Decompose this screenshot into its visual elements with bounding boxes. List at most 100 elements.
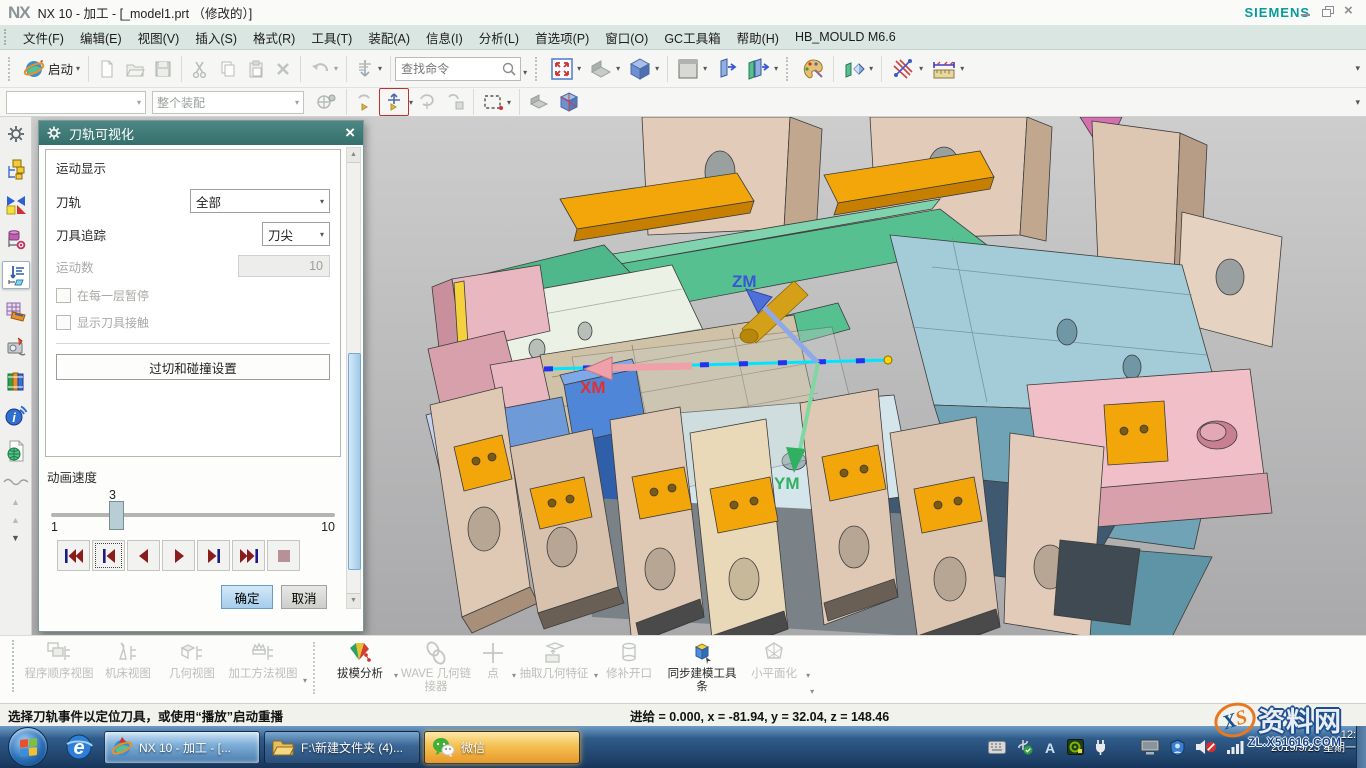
rotate-component-button[interactable]	[413, 89, 441, 115]
bottom-toolbar-overflow-icon[interactable]: ▾	[810, 687, 814, 696]
command-finder-input[interactable]	[399, 61, 501, 77]
web-browser-icon[interactable]: i	[3, 403, 29, 429]
open-button[interactable]	[121, 56, 149, 82]
menu-drag-handle[interactable]	[4, 29, 11, 45]
window-display-button[interactable]: ▾	[672, 54, 711, 84]
wave-geometry-linker-button[interactable]: WAVE 几何链接器	[398, 640, 474, 694]
palette-button[interactable]	[797, 55, 829, 83]
menu-file[interactable]: 文件(F)	[15, 25, 72, 50]
assembly-constraints-button[interactable]	[312, 88, 342, 116]
assembly-sequence-button[interactable]	[441, 89, 469, 115]
finder-caret-icon[interactable]: ▾	[523, 68, 527, 77]
menu-tools[interactable]: 工具(T)	[303, 25, 360, 50]
view-cube-button[interactable]: ▾	[624, 54, 663, 84]
start-button[interactable]: 启动 ▾	[19, 55, 84, 83]
taskbar-clock[interactable]: 12: 2019/9/23 星期一	[1271, 729, 1356, 755]
orient-view-button[interactable]: ▾	[351, 55, 386, 83]
roles-gear-icon[interactable]	[3, 121, 29, 147]
menu-gc-toolbox[interactable]: GC工具箱	[656, 25, 728, 50]
show-hide-panel-button[interactable]: ▾	[741, 54, 782, 84]
internet-explorer-button[interactable]: e	[62, 730, 96, 764]
tray-power-plug-icon[interactable]	[1093, 739, 1108, 755]
menu-edit[interactable]: 编辑(E)	[72, 25, 130, 50]
tray-display-icon[interactable]	[1140, 739, 1160, 756]
graphics-viewport[interactable]: ZM XM YM 刀轨可视化 × 运动显示	[32, 117, 1366, 635]
geometry-view-button[interactable]: 几何视图	[161, 640, 223, 681]
snap-point-button[interactable]	[351, 89, 379, 115]
skip-to-end-button[interactable]	[232, 540, 265, 571]
history-icon[interactable]	[3, 438, 29, 464]
dialog-scroll-up-icon[interactable]: ▲	[347, 148, 360, 163]
dialog-close-icon[interactable]: ×	[345, 126, 355, 140]
synchronous-modeling-button[interactable]: 同步建模工具条	[662, 640, 742, 694]
resource-scroll-up2-icon[interactable]: ▲	[11, 516, 20, 525]
tray-input-method-icon[interactable]	[988, 741, 1006, 754]
stop-button[interactable]	[267, 540, 300, 571]
gouge-check-settings-button[interactable]: 过切和碰撞设置	[56, 354, 330, 380]
selection-scope-combo[interactable]: 整个装配▾	[152, 91, 304, 114]
point-button[interactable]: 点	[476, 640, 510, 681]
menu-window[interactable]: 窗口(O)	[597, 25, 656, 50]
dialog-header[interactable]: 刀轨可视化 ×	[39, 121, 363, 145]
draft-analysis-button[interactable]: 拔模分析	[328, 640, 392, 681]
tray-autodesk-icon[interactable]: A	[1042, 740, 1058, 755]
menu-assemblies[interactable]: 装配(A)	[360, 25, 418, 50]
measure-button[interactable]: ▾	[927, 54, 968, 84]
paste-button[interactable]	[242, 56, 270, 82]
status-window-icon[interactable]	[1295, 708, 1312, 726]
machine-tool-navigator-icon[interactable]	[3, 333, 29, 359]
copy-button[interactable]	[214, 56, 242, 82]
interference-button[interactable]: ▾	[886, 54, 927, 84]
patch-opening-button[interactable]: 修补开口	[598, 640, 660, 681]
rectangle-select-button[interactable]: ▾	[478, 89, 515, 115]
save-button[interactable]	[149, 56, 177, 82]
undo-button[interactable]: ▾	[305, 56, 342, 82]
toolbar-drag-handle[interactable]	[8, 57, 15, 81]
tray-action-center-icon[interactable]	[1169, 739, 1186, 756]
new-file-button[interactable]	[93, 56, 121, 82]
resource-more-icon[interactable]: ▼	[11, 534, 20, 543]
toolpath-select[interactable]: 全部 ▾	[190, 189, 330, 213]
close-button[interactable]: ×	[1344, 6, 1356, 17]
play-backward-button[interactable]	[127, 540, 160, 571]
cut-button[interactable]	[186, 56, 214, 82]
move-component-button[interactable]	[379, 88, 409, 116]
fit-view-button[interactable]: ▾	[546, 54, 585, 84]
machine-tool-view-button[interactable]: 机床视图	[97, 640, 159, 681]
play-forward-button[interactable]	[162, 540, 195, 571]
restore-button[interactable]	[1322, 6, 1334, 17]
operation-navigator-icon[interactable]	[2, 261, 30, 289]
step-forward-button[interactable]	[197, 540, 230, 571]
menu-information[interactable]: 信息(I)	[418, 25, 471, 50]
assembly-navigator-icon[interactable]	[3, 156, 29, 182]
delete-button[interactable]	[270, 57, 296, 81]
tool-trace-select[interactable]: 刀尖 ▾	[262, 222, 330, 246]
extract-geometry-button[interactable]: 抽取几何特征	[516, 640, 592, 681]
show-panel-button[interactable]	[711, 54, 741, 84]
resource-scroll-up-icon[interactable]: ▲	[11, 498, 20, 507]
toolbar1-overflow-button[interactable]: ▾	[1355, 63, 1360, 74]
toolbar2-overflow-button[interactable]: ▾	[1355, 97, 1360, 108]
show-desktop-button[interactable]	[1356, 726, 1366, 768]
view-group-caret-icon[interactable]: ▾	[303, 676, 307, 685]
program-order-view-button[interactable]: 程序顺序视图	[23, 640, 95, 681]
dialog-scroll-down-icon[interactable]: ▼	[347, 593, 360, 608]
constraint-navigator-icon[interactable]	[3, 191, 29, 217]
bottom-toolbar-drag-handle[interactable]	[12, 640, 19, 692]
part-navigator-icon[interactable]	[3, 226, 29, 252]
slider-handle[interactable]	[109, 501, 124, 530]
tray-nvidia-icon[interactable]	[1067, 739, 1084, 755]
facet-caret-icon[interactable]: ▾	[806, 671, 810, 680]
start-orb-button[interactable]	[8, 727, 48, 767]
menu-help[interactable]: 帮助(H)	[729, 25, 787, 50]
display-mode-button[interactable]: ▾	[585, 55, 624, 83]
menu-analysis[interactable]: 分析(L)	[471, 25, 527, 50]
menu-preferences[interactable]: 首选项(P)	[527, 25, 597, 50]
ok-button[interactable]: 确定	[221, 585, 273, 609]
menu-view[interactable]: 视图(V)	[130, 25, 188, 50]
taskbar-folder-button[interactable]: F:\新建文件夹 (4)...	[264, 731, 420, 764]
minimize-button[interactable]	[1300, 6, 1312, 17]
step-back-button[interactable]	[92, 540, 125, 571]
taskbar-nx-button[interactable]: NX 10 - 加工 - [...	[104, 731, 260, 764]
facet-body-bottom-button[interactable]: 小平面化	[744, 640, 804, 681]
